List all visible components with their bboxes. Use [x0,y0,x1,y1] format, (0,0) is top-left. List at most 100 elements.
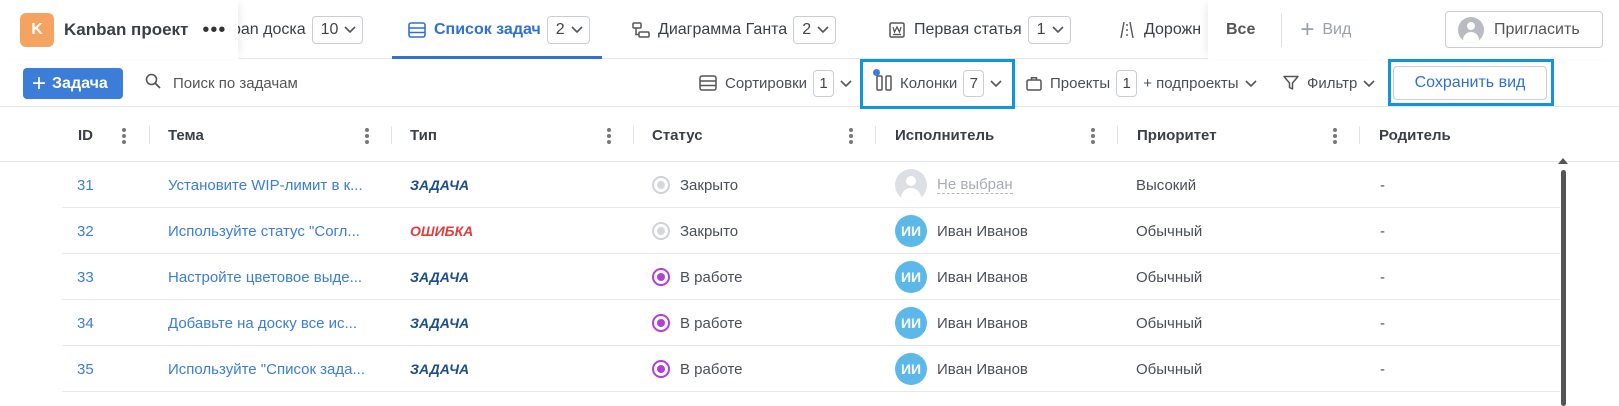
column-header-subject[interactable]: Тема [168,108,204,162]
column-resize-handle[interactable] [633,126,634,144]
column-header-assignee[interactable]: Исполнитель [895,108,994,162]
status-label: Закрыто [680,176,739,194]
tab-count[interactable]: 10 [311,15,364,44]
column-resize-handle[interactable] [875,126,876,144]
search-field[interactable]: Поиск по задачам [145,69,298,97]
column-header-status[interactable]: Статус [652,108,703,162]
task-type: ЗАДАЧА [410,254,469,300]
task-id-link[interactable]: 35 [77,346,94,392]
user-icon [1458,16,1484,43]
assignee-name: Не выбран [937,176,1013,194]
status-icon [652,222,670,240]
table-row[interactable]: 32 Используйте статус "Согл... ОШИБКА Закры… [62,208,1560,254]
task-subject-link[interactable]: Настройте цветовое выде... [168,254,362,300]
avatar: ИИ [895,215,927,247]
task-parent[interactable]: - [1380,300,1385,346]
task-assignee[interactable]: ИИ Иван Иванов [895,300,1028,346]
column-menu-icon[interactable] [122,126,126,146]
invite-button[interactable]: Пригласить [1445,11,1603,48]
tab-count-value: 2 [555,20,565,38]
task-id-link[interactable]: 33 [77,254,94,300]
more-icon[interactable]: ••• [202,20,226,40]
task-type-label: ЗАДАЧА [410,177,470,193]
column-menu-icon[interactable] [1333,126,1337,146]
task-assignee[interactable]: ИИ Иван Иванов [895,208,1028,254]
task-id-link[interactable]: 32 [77,208,94,254]
project-switcher[interactable]: K Kanban проект ••• [0,0,238,59]
task-parent[interactable]: - [1380,162,1385,208]
avatar: ИИ [895,307,927,339]
tab-gantt-chart[interactable]: Диаграмма Ганта 2 [632,0,837,59]
task-status[interactable]: В работе [652,300,743,346]
table-row[interactable]: 31 Установите WIP-лимит в к... ЗАДАЧА Закры… [62,162,1560,208]
task-subject-link[interactable]: Используйте статус "Согл... [168,208,360,254]
tab-task-list[interactable]: Список задач 2 [392,0,602,59]
task-subject-link[interactable]: Установите WIP-лимит в к... [168,162,363,208]
task-parent[interactable]: - [1380,346,1385,392]
column-resize-handle[interactable] [1359,126,1360,144]
task-priority[interactable]: Обычный [1136,346,1202,392]
task-status[interactable]: Закрыто [652,208,738,254]
column-menu-icon[interactable] [607,126,611,146]
tab-first-article[interactable]: Первая статья 1 [888,0,1071,59]
search-input[interactable]: Поиск по задачам [173,75,298,92]
column-header-priority[interactable]: Приоритет [1137,108,1217,162]
column-resize-handle[interactable] [149,126,150,144]
assignee-name: Иван Иванов [937,268,1028,286]
add-view-button[interactable]: + Вид [1300,15,1351,43]
tab-count[interactable]: 2 [793,15,837,44]
column-header-type[interactable]: Тип [410,108,437,162]
filter-label: Фильтр [1307,74,1358,92]
all-views-button[interactable]: Все [1226,21,1255,39]
task-priority[interactable]: Обычный [1136,208,1202,254]
sort-count: 1 [813,69,835,97]
scrollbar-thumb[interactable] [1561,170,1566,406]
column-menu-icon[interactable] [1091,126,1095,146]
task-status[interactable]: Закрыто [652,162,738,208]
column-header-parent[interactable]: Родитель [1379,108,1451,162]
tab-kanban-board[interactable]: ban доска 10 [238,0,364,59]
tab-count[interactable]: 1 [1027,15,1071,44]
tab-count[interactable]: 2 [546,15,590,44]
scroll-up-arrow[interactable] [1558,158,1568,164]
column-resize-handle[interactable] [1117,126,1118,144]
chevron-down-icon [1244,75,1257,92]
tab-label: Дорожн [1144,20,1202,38]
briefcase-icon [1026,76,1042,91]
status-icon [652,360,670,378]
assignee-name: Иван Иванов [937,360,1028,378]
column-menu-icon[interactable] [365,126,369,146]
table-row[interactable]: 35 Используйте "Список зада... ЗАДАЧА В раб… [62,346,1560,392]
projects-label: Проекты [1050,74,1111,92]
column-menu-icon[interactable] [849,126,853,146]
table-row[interactable]: 33 Настройте цветовое выде... ЗАДАЧА В рабо… [62,254,1560,300]
tab-label: Диаграмма Ганта [658,20,788,38]
task-priority[interactable]: Высокий [1136,162,1196,208]
task-parent[interactable]: - [1380,254,1385,300]
toolbar: + Задача Поиск по задачам Сортировки 1 К… [0,59,1619,107]
task-parent[interactable]: - [1380,208,1385,254]
task-priority[interactable]: Обычный [1136,254,1202,300]
task-subject-link[interactable]: Добавьте на доску все ис... [168,300,357,346]
task-assignee[interactable]: Не выбран [895,162,1013,208]
new-task-label: Задача [52,74,108,92]
status-label: В работе [680,360,743,378]
plus-icon: + [1300,15,1315,43]
task-id-link[interactable]: 31 [77,162,94,208]
column-resize-handle[interactable] [391,126,392,144]
task-subject-link[interactable]: Используйте "Список зада... [168,346,365,392]
projects-button[interactable]: Проекты 1 + подпроекты [1026,69,1257,97]
task-status[interactable]: В работе [652,346,743,392]
filter-button[interactable]: Фильтр [1283,69,1375,97]
new-task-button[interactable]: + Задача [23,68,123,99]
task-id-link[interactable]: 34 [77,300,94,346]
column-header-id[interactable]: ID [78,108,93,162]
task-assignee[interactable]: ИИ Иван Иванов [895,254,1028,300]
task-priority[interactable]: Обычный [1136,300,1202,346]
table-row[interactable]: 34 Добавьте на доску все ис... ЗАДАЧА В раб… [62,300,1560,346]
avatar-placeholder-icon [895,169,927,201]
task-assignee[interactable]: ИИ Иван Иванов [895,346,1028,392]
tab-roadmap[interactable]: Дорожн [1118,0,1201,59]
task-status[interactable]: В работе [652,254,743,300]
sort-button[interactable]: Сортировки 1 [699,69,852,97]
